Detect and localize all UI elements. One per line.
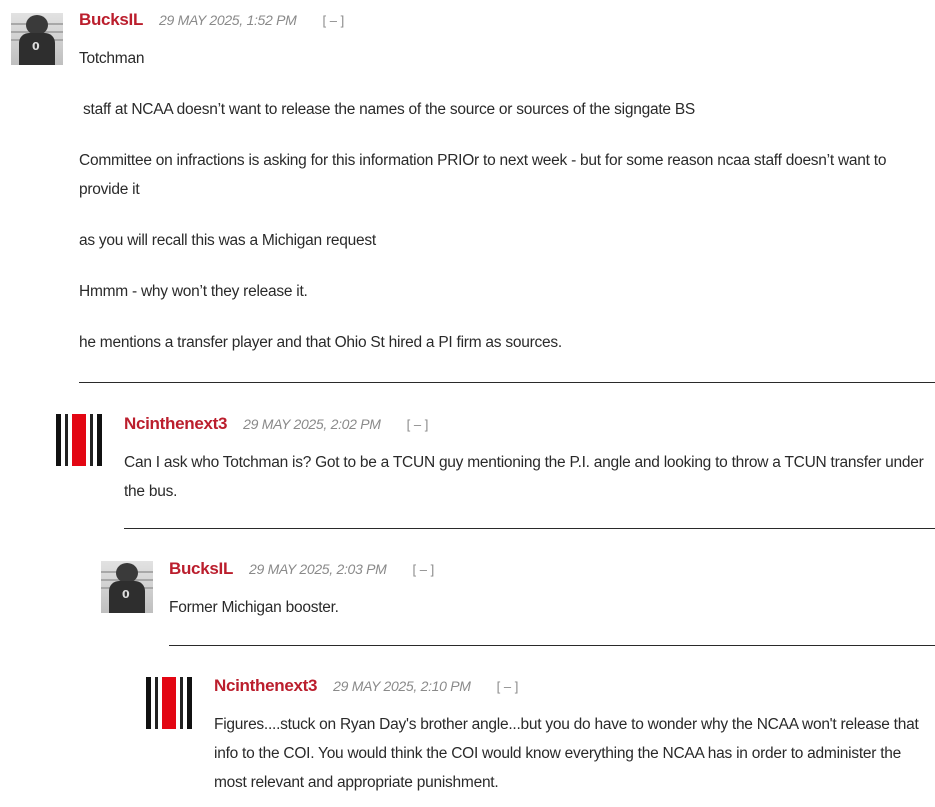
comment-divider: [79, 382, 935, 383]
comment: Ncinthenext3 29 MAY 2025, 2:10 PM [ – ] …: [214, 674, 935, 807]
author-link[interactable]: Ncinthenext3: [124, 414, 227, 434]
comment-paragraph: Can I ask who Totchman is? Got to be a T…: [124, 454, 924, 500]
avatar[interactable]: [56, 414, 108, 466]
author-link[interactable]: BucksIL: [169, 559, 233, 579]
comment-body: Figures....stuck on Ryan Day's brother a…: [214, 710, 935, 797]
timestamp: 29 MAY 2025, 2:03 PM: [249, 561, 387, 577]
comment-header: BucksIL 29 MAY 2025, 2:03 PM [ – ]: [169, 557, 434, 581]
collapse-button[interactable]: [ – ]: [323, 13, 345, 28]
comment-paragraph: staff at NCAA doesn’t want to release th…: [79, 101, 696, 118]
avatar[interactable]: 0: [101, 561, 153, 613]
comment-header: Ncinthenext3 29 MAY 2025, 2:02 PM [ – ]: [124, 412, 428, 436]
comment-header: Ncinthenext3 29 MAY 2025, 2:10 PM [ – ]: [214, 674, 518, 698]
collapse-button[interactable]: [ – ]: [497, 679, 519, 694]
collapse-button[interactable]: [ – ]: [413, 562, 435, 577]
comment-body: Can I ask who Totchman is? Got to be a T…: [124, 448, 935, 506]
comment-body: Former Michigan booster.: [169, 593, 935, 622]
comment-paragraph: Hmmm - why won’t they release it.: [79, 283, 308, 300]
comment-divider: [169, 645, 935, 646]
comment-paragraph: Committee on infractions is asking for t…: [79, 152, 887, 198]
author-link[interactable]: Ncinthenext3: [214, 676, 317, 696]
comment: BucksIL 29 MAY 2025, 2:03 PM [ – ] Forme…: [169, 557, 935, 646]
comment: BucksIL 29 MAY 2025, 1:52 PM [ – ] Totch…: [79, 8, 935, 383]
avatar[interactable]: [146, 677, 198, 729]
avatar[interactable]: 0: [11, 13, 63, 65]
timestamp: 29 MAY 2025, 2:10 PM: [333, 678, 471, 694]
comment-body: Totchman staff at NCAA doesn’t want to r…: [79, 44, 935, 357]
comment-paragraph: Figures....stuck on Ryan Day's brother a…: [214, 716, 919, 791]
comment-paragraph: as you will recall this was a Michigan r…: [79, 232, 376, 249]
comment: Ncinthenext3 29 MAY 2025, 2:02 PM [ – ] …: [124, 412, 935, 528]
comment-divider: [124, 528, 935, 529]
timestamp: 29 MAY 2025, 2:02 PM: [243, 416, 381, 432]
collapse-button[interactable]: [ – ]: [407, 417, 429, 432]
author-link[interactable]: BucksIL: [79, 10, 143, 30]
comment-header: BucksIL 29 MAY 2025, 1:52 PM [ – ]: [79, 8, 344, 32]
comment-paragraph: Totchman: [79, 50, 145, 67]
comment-paragraph: he mentions a transfer player and that O…: [79, 334, 562, 351]
comment-paragraph: Former Michigan booster.: [169, 599, 339, 616]
timestamp: 29 MAY 2025, 1:52 PM: [159, 12, 297, 28]
